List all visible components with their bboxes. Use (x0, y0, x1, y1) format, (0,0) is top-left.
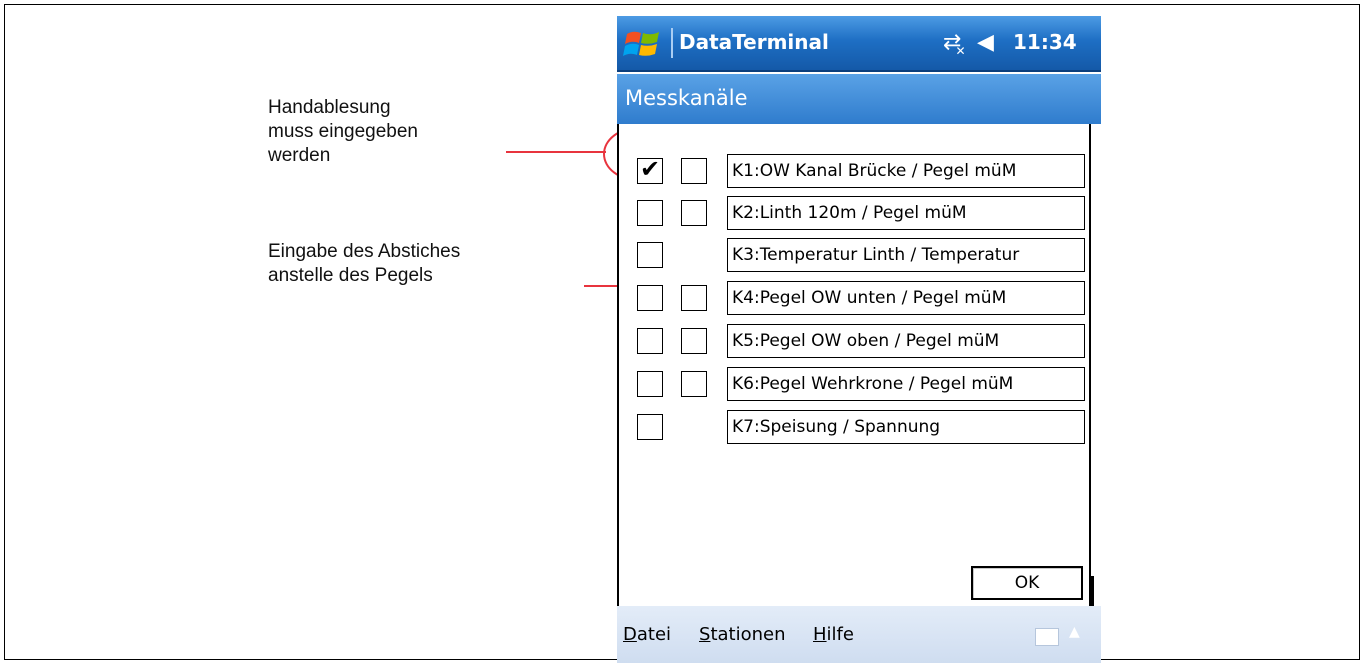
manual-reading-checkbox-k1[interactable]: ✔ (637, 155, 663, 184)
channel-label-k2: K2:Linth 120m / Pegel müM (727, 196, 1085, 230)
menu-stationen[interactable]: Stationen (699, 624, 786, 645)
keyboard-icon[interactable] (1035, 628, 1059, 646)
volume-muted-icon[interactable]: ◀ (977, 30, 994, 55)
menu-hilfe[interactable]: Hilfe (813, 624, 854, 645)
input-panel-arrow-icon[interactable]: ▲ (1069, 624, 1080, 640)
manual-reading-checkbox-k4[interactable] (637, 285, 663, 311)
channel-list: ✔ K1:OW Kanal Brücke / Pegel müM K2:Lint… (617, 124, 1091, 606)
page-header: Messkanäle (617, 74, 1101, 124)
abstich-checkbox-k4[interactable] (681, 285, 707, 311)
manual-reading-checkbox-k6[interactable] (637, 371, 663, 397)
menu-hilfe-accel: H (813, 624, 827, 645)
title-bar: DataTerminal ⇄✕ ◀ 11:34 (617, 16, 1101, 70)
annotation-eingabe-abstich: Eingabe des Abstiches anstelle des Pegel… (268, 241, 461, 286)
menu-datei[interactable]: Datei (623, 624, 671, 645)
menu-datei-accel: D (623, 624, 637, 645)
title-divider (671, 28, 673, 58)
connectivity-off-icon[interactable]: ⇄✕ (943, 30, 972, 58)
menu-datei-rest: atei (636, 624, 672, 645)
pocket-pc-window: DataTerminal ⇄✕ ◀ 11:34 Messkanäle ✔ K1:… (617, 16, 1101, 663)
abstich-checkbox-k1[interactable] (681, 158, 707, 184)
channel-label-k6: K6:Pegel Wehrkrone / Pegel müM (727, 367, 1085, 401)
abstich-checkbox-k6[interactable] (681, 371, 707, 397)
manual-reading-checkbox-k3[interactable] (637, 242, 663, 268)
menu-bar: Datei Stationen Hilfe ▲ (617, 606, 1101, 663)
menu-hilfe-rest: ilfe (826, 624, 854, 645)
app-title: DataTerminal (679, 30, 829, 54)
channel-label-k7: K7:Speisung / Spannung (727, 410, 1085, 444)
annotation-handablesung: Handablesung muss eingegeben werden (268, 97, 418, 166)
clock[interactable]: 11:34 (1013, 30, 1077, 54)
ok-button[interactable]: OK (971, 566, 1083, 600)
abstich-checkbox-k2[interactable] (681, 200, 707, 226)
channel-label-k1: K1:OW Kanal Brücke / Pegel müM (727, 154, 1085, 188)
page-title: Messkanäle (625, 86, 748, 110)
manual-reading-checkbox-k7[interactable] (637, 414, 663, 440)
manual-reading-checkbox-k2[interactable] (637, 200, 663, 226)
channel-label-k5: K5:Pegel OW oben / Pegel müM (727, 324, 1085, 358)
annotation-pointer-line (506, 151, 606, 153)
title-separator (617, 70, 1101, 72)
manual-reading-checkbox-k5[interactable] (637, 328, 663, 354)
channel-label-k3: K3:Temperatur Linth / Temperatur (727, 238, 1085, 272)
abstich-checkbox-k5[interactable] (681, 328, 707, 354)
check-icon: ✔ (640, 155, 661, 183)
start-menu-icon[interactable] (623, 26, 663, 62)
menu-stationen-accel: S (699, 624, 711, 645)
right-edge-marker (1091, 576, 1094, 606)
channel-label-k4: K4:Pegel OW unten / Pegel müM (727, 281, 1085, 315)
menu-stationen-rest: tationen (710, 624, 786, 645)
